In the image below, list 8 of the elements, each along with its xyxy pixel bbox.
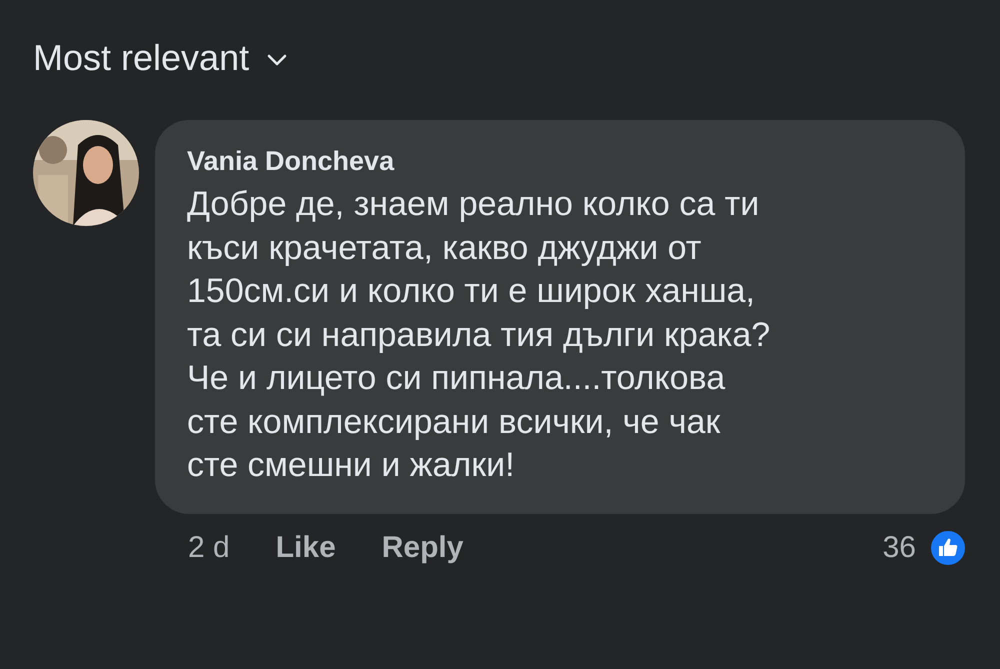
author-name[interactable]: Vania Doncheva [187, 146, 394, 177]
reaction-count[interactable]: 36 [882, 530, 916, 564]
comment-time[interactable]: 2 d [188, 530, 230, 564]
reply-button[interactable]: Reply [382, 530, 464, 564]
chevron-down-icon[interactable] [267, 54, 288, 66]
like-button[interactable]: Like [276, 530, 336, 564]
comment-text: Добре де, знаем реално колко са ти къси крачетата, какво джуджи от 150см.си и колко ти е широк ханша, та си си направила тия дълги крака? Че и лицето си пипнала....толкова сте комплексирани всички, че чак сте смешни и жалки! [187, 184, 772, 486]
sort-label[interactable]: Most relevant [33, 37, 250, 79]
